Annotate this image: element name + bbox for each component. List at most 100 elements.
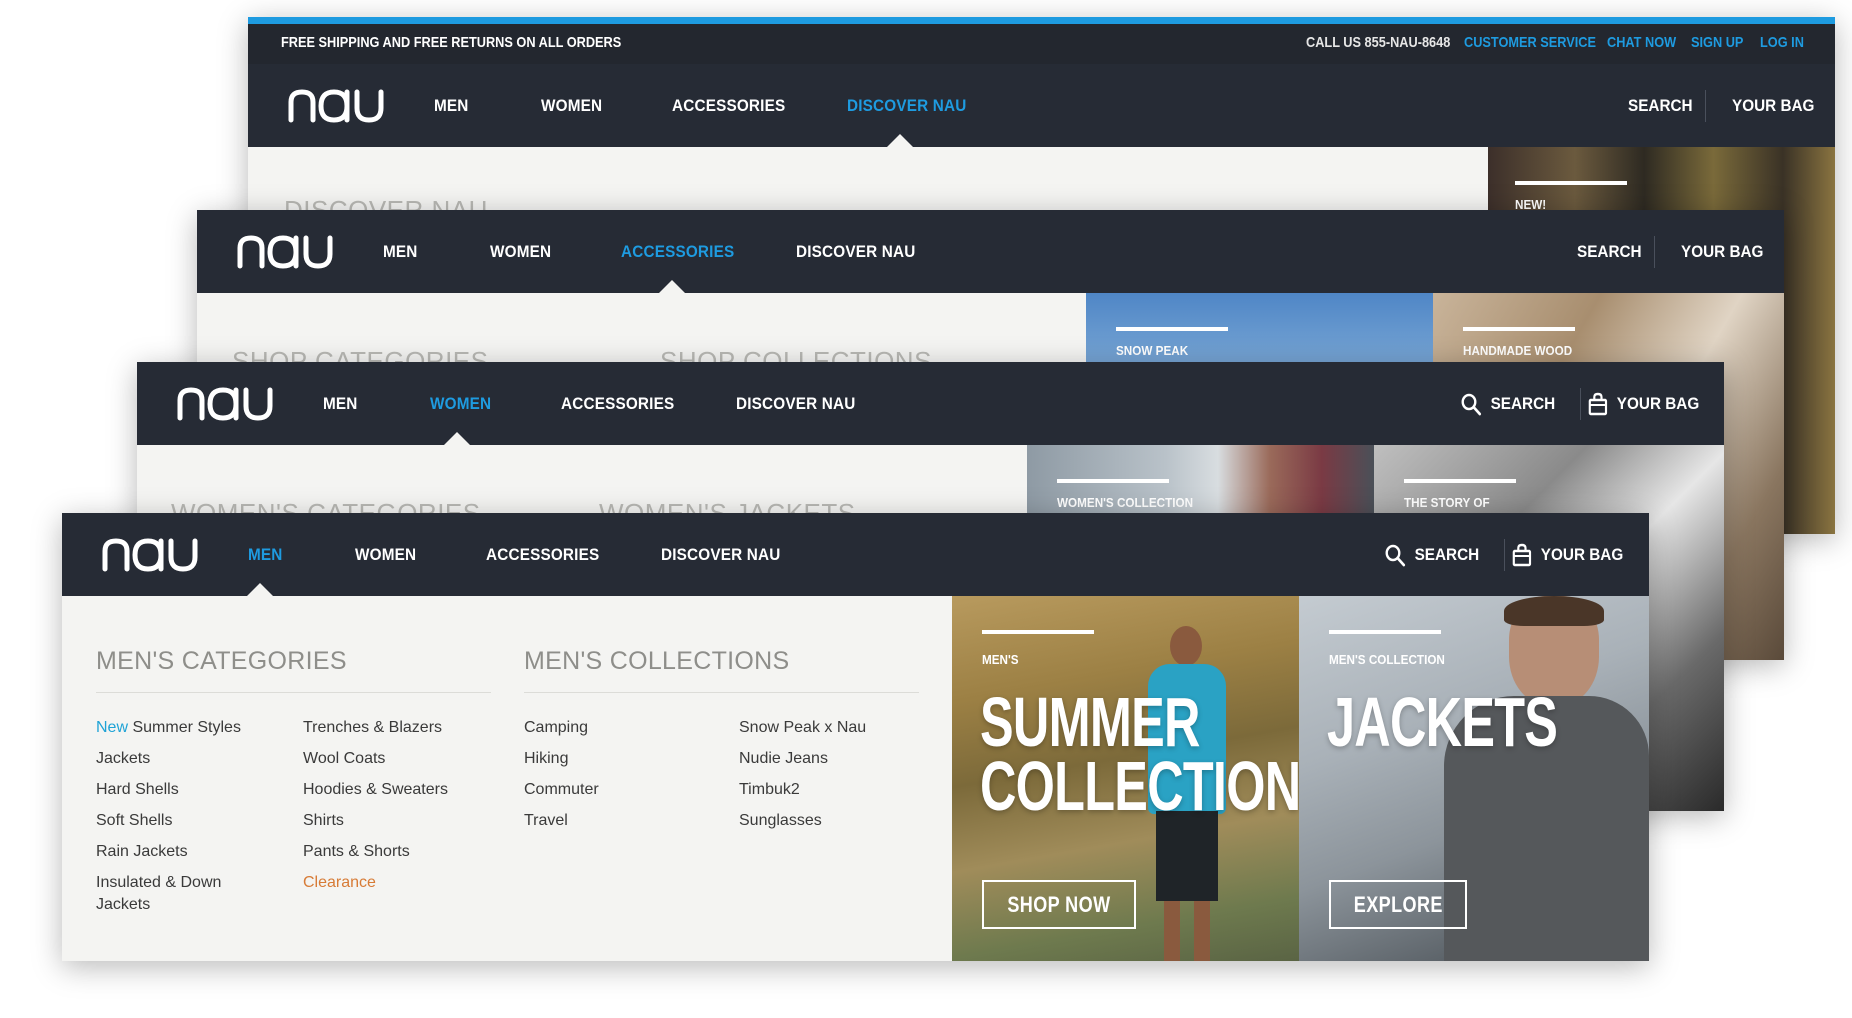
promo-bar (982, 630, 1094, 634)
active-caret (444, 432, 470, 445)
nav-men[interactable]: MEN (248, 545, 283, 565)
nau-logo[interactable] (285, 84, 389, 126)
nav-men[interactable]: MEN (323, 394, 358, 414)
nav-women[interactable]: WOMEN (541, 96, 602, 116)
nav-divider (1705, 90, 1706, 122)
active-caret (659, 280, 685, 293)
commuter-link[interactable]: Commuter (524, 779, 599, 801)
bag-button[interactable]: YOUR BAG (1588, 392, 1699, 416)
main-nav: MEN WOMEN ACCESSORIES DISCOVER NAU SEARC… (137, 362, 1724, 445)
nav-women[interactable]: WOMEN (355, 545, 416, 565)
nav-accessories[interactable]: ACCESSORIES (486, 545, 599, 565)
clearance-link[interactable]: Clearance (303, 872, 376, 894)
sign-up-link[interactable]: SIGN UP (1691, 34, 1743, 51)
soft-shells-link[interactable]: Soft Shells (96, 810, 172, 832)
camping-link[interactable]: Camping (524, 717, 588, 739)
snow-peak-link[interactable]: Snow Peak x Nau (739, 717, 866, 739)
bag-icon (1588, 392, 1608, 416)
promo-label: MEN'S (982, 652, 1019, 667)
promo-bar (1515, 181, 1627, 185)
main-nav: MEN WOMEN ACCESSORIES DISCOVER NAU SEARC… (62, 513, 1649, 596)
search-label: SEARCH (1490, 394, 1556, 413)
search-button[interactable]: SEARCH (1628, 96, 1693, 116)
nav-women[interactable]: WOMEN (430, 394, 491, 414)
chat-now-link[interactable]: CHAT NOW (1607, 34, 1676, 51)
search-label: SEARCH (1414, 545, 1480, 564)
bag-label: YOUR BAG (1616, 394, 1700, 413)
bag-label: YOUR BAG (1540, 545, 1624, 564)
nav-accessories[interactable]: ACCESSORIES (561, 394, 674, 414)
log-in-link[interactable]: LOG IN (1760, 34, 1804, 51)
summer-title-line2: COLLECTION (980, 747, 1299, 825)
promo-label: HANDMADE WOOD (1463, 343, 1573, 358)
nav-discover[interactable]: DISCOVER NAU (661, 545, 780, 565)
nav-women[interactable]: WOMEN (490, 242, 551, 262)
main-nav: MEN WOMEN ACCESSORIES DISCOVER NAU SEARC… (248, 64, 1835, 147)
jackets-title: JACKETS (1327, 683, 1558, 761)
promo-bar (1329, 630, 1441, 634)
categories-rule (96, 692, 491, 693)
summer-styles-label: Summer Styles (132, 719, 241, 736)
summer-styles-link[interactable]: New Summer Styles (96, 717, 241, 739)
active-caret (247, 583, 273, 596)
insulated-down-link[interactable]: Insulated & Down (96, 872, 221, 894)
search-button[interactable]: SEARCH (1384, 543, 1479, 567)
rain-jackets-link[interactable]: Rain Jackets (96, 841, 188, 863)
search-icon (1461, 393, 1482, 416)
men-menu-layer: MEN WOMEN ACCESSORIES DISCOVER NAU SEARC… (62, 513, 1649, 961)
nav-discover[interactable]: DISCOVER NAU (736, 394, 855, 414)
timbuk2-link[interactable]: Timbuk2 (739, 779, 800, 801)
nav-accessories[interactable]: ACCESSORIES (672, 96, 785, 116)
bag-button[interactable]: YOUR BAG (1681, 242, 1763, 262)
sunglasses-link[interactable]: Sunglasses (739, 810, 822, 832)
hard-shells-link[interactable]: Hard Shells (96, 779, 179, 801)
hoodies-sweaters-link[interactable]: Hoodies & Sweaters (303, 779, 448, 801)
nudie-jeans-link[interactable]: Nudie Jeans (739, 748, 828, 770)
mens-collections-title: MEN'S COLLECTIONS (524, 647, 790, 675)
main-nav: MEN WOMEN ACCESSORIES DISCOVER NAU SEARC… (197, 210, 1784, 293)
search-button[interactable]: SEARCH (1577, 242, 1642, 262)
search-icon (1385, 544, 1406, 567)
hiking-link[interactable]: Hiking (524, 748, 568, 770)
promo-label: THE STORY OF (1404, 495, 1490, 510)
promo-bar (1404, 479, 1516, 483)
nav-men[interactable]: MEN (383, 242, 418, 262)
nav-accessories[interactable]: ACCESSORIES (621, 242, 734, 262)
jackets-promo[interactable]: MEN'S COLLECTION JACKETS EXPLORE (1299, 596, 1649, 961)
nau-logo[interactable] (99, 533, 203, 575)
new-tag: New (96, 719, 129, 736)
promo-label: SNOW PEAK (1116, 343, 1189, 358)
active-caret (887, 134, 913, 147)
promo-bar (1116, 327, 1228, 331)
nau-logo[interactable] (174, 382, 278, 424)
trenches-blazers-link[interactable]: Trenches & Blazers (303, 717, 442, 739)
jackets-link[interactable]: Jackets (96, 748, 150, 770)
nau-logo[interactable] (234, 230, 338, 272)
nav-divider (1504, 539, 1505, 571)
pants-shorts-link[interactable]: Pants & Shorts (303, 841, 410, 863)
summer-collection-promo[interactable]: MEN'S SUMMER COLLECTION SHOP NOW (952, 596, 1299, 961)
nav-discover[interactable]: DISCOVER NAU (796, 242, 915, 262)
travel-link[interactable]: Travel (524, 810, 568, 832)
wool-coats-link[interactable]: Wool Coats (303, 748, 385, 770)
promo-bar (1463, 327, 1575, 331)
nav-men[interactable]: MEN (434, 96, 469, 116)
bag-button[interactable]: YOUR BAG (1512, 543, 1623, 567)
top-accent-strip (248, 17, 1835, 24)
shirts-link[interactable]: Shirts (303, 810, 344, 832)
insulated-down-link-line2[interactable]: Jackets (96, 894, 150, 916)
summer-title-line1: SUMMER (980, 683, 1200, 761)
phone-number: CALL US 855-NAU-8648 (1306, 34, 1451, 51)
free-shipping-text: FREE SHIPPING AND FREE RETURNS ON ALL OR… (281, 34, 622, 51)
nav-discover[interactable]: DISCOVER NAU (847, 96, 966, 116)
customer-service-link[interactable]: CUSTOMER SERVICE (1464, 34, 1596, 51)
bag-button[interactable]: YOUR BAG (1732, 96, 1814, 116)
promo-bar (1057, 479, 1169, 483)
collections-rule (524, 692, 919, 693)
shop-now-button[interactable]: SHOP NOW (982, 880, 1136, 929)
search-button[interactable]: SEARCH (1460, 392, 1555, 416)
explore-label: EXPLORE (1353, 891, 1443, 917)
mens-categories-title: MEN'S CATEGORIES (96, 647, 347, 675)
explore-button[interactable]: EXPLORE (1329, 880, 1467, 929)
utility-bar: FREE SHIPPING AND FREE RETURNS ON ALL OR… (248, 24, 1835, 64)
